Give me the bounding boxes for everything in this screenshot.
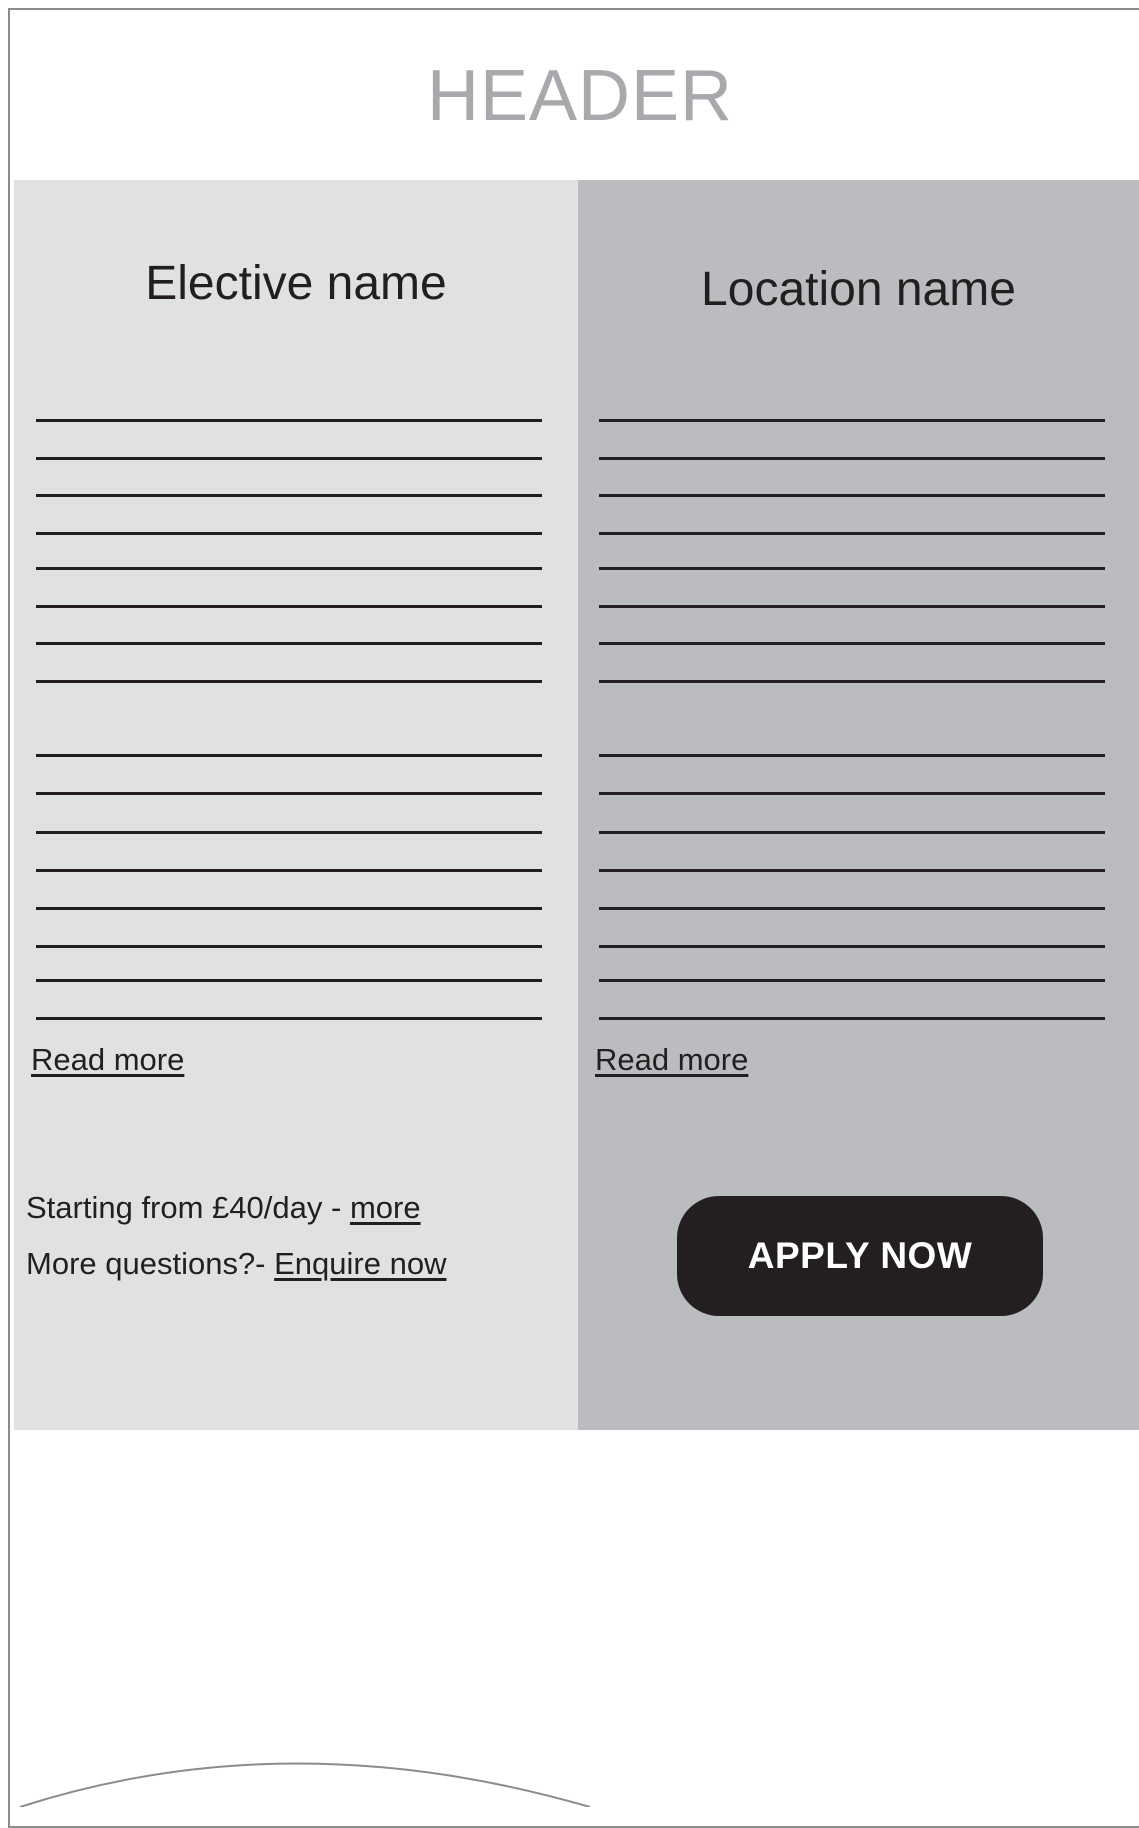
location-panel: Location name Read more APPLY NOW — [578, 180, 1139, 1430]
text-placeholder-line — [36, 869, 542, 872]
text-placeholder-line — [36, 567, 542, 570]
text-placeholder-line — [36, 532, 542, 535]
text-placeholder-line — [36, 680, 542, 683]
text-placeholder-line — [599, 494, 1105, 497]
text-placeholder-line — [599, 754, 1105, 757]
text-placeholder-line — [599, 680, 1105, 683]
text-placeholder-line — [599, 907, 1105, 910]
elective-panel: Elective name Read more Starting from £4… — [14, 180, 578, 1430]
bottom-arc-decoration — [19, 1762, 591, 1807]
text-placeholder-line — [36, 945, 542, 948]
elective-read-more-link[interactable]: Read more — [31, 1042, 184, 1078]
page-header: HEADER — [426, 56, 734, 136]
text-placeholder-line — [36, 754, 542, 757]
location-title: Location name — [701, 263, 1016, 316]
text-placeholder-line — [36, 419, 542, 422]
location-read-more-link[interactable]: Read more — [595, 1042, 748, 1078]
text-placeholder-line — [36, 457, 542, 460]
text-placeholder-line — [36, 907, 542, 910]
text-placeholder-line — [599, 869, 1105, 872]
text-placeholder-line — [599, 792, 1105, 795]
text-placeholder-line — [36, 605, 542, 608]
text-placeholder-line — [599, 979, 1105, 982]
text-placeholder-line — [36, 494, 542, 497]
price-more-link[interactable]: more — [350, 1190, 421, 1225]
text-placeholder-line — [599, 457, 1105, 460]
price-info: Starting from £40/day - more — [26, 1190, 421, 1226]
text-placeholder-line — [599, 642, 1105, 645]
text-placeholder-line — [599, 419, 1105, 422]
text-placeholder-line — [36, 979, 542, 982]
apply-now-button[interactable]: APPLY NOW — [677, 1196, 1043, 1316]
text-placeholder-line — [36, 831, 542, 834]
questions-info: More questions?- Enquire now — [26, 1246, 446, 1282]
text-placeholder-line — [36, 642, 542, 645]
elective-title: Elective name — [145, 257, 447, 310]
text-placeholder-line — [599, 945, 1105, 948]
text-placeholder-line — [599, 567, 1105, 570]
text-placeholder-line — [599, 532, 1105, 535]
price-text: Starting from £40/day - — [26, 1190, 350, 1225]
text-placeholder-line — [599, 605, 1105, 608]
questions-text: More questions?- — [26, 1246, 275, 1281]
text-placeholder-line — [36, 1017, 542, 1020]
enquire-now-link[interactable]: Enquire now — [274, 1246, 446, 1281]
text-placeholder-line — [599, 1017, 1105, 1020]
text-placeholder-line — [36, 792, 542, 795]
text-placeholder-line — [599, 831, 1105, 834]
